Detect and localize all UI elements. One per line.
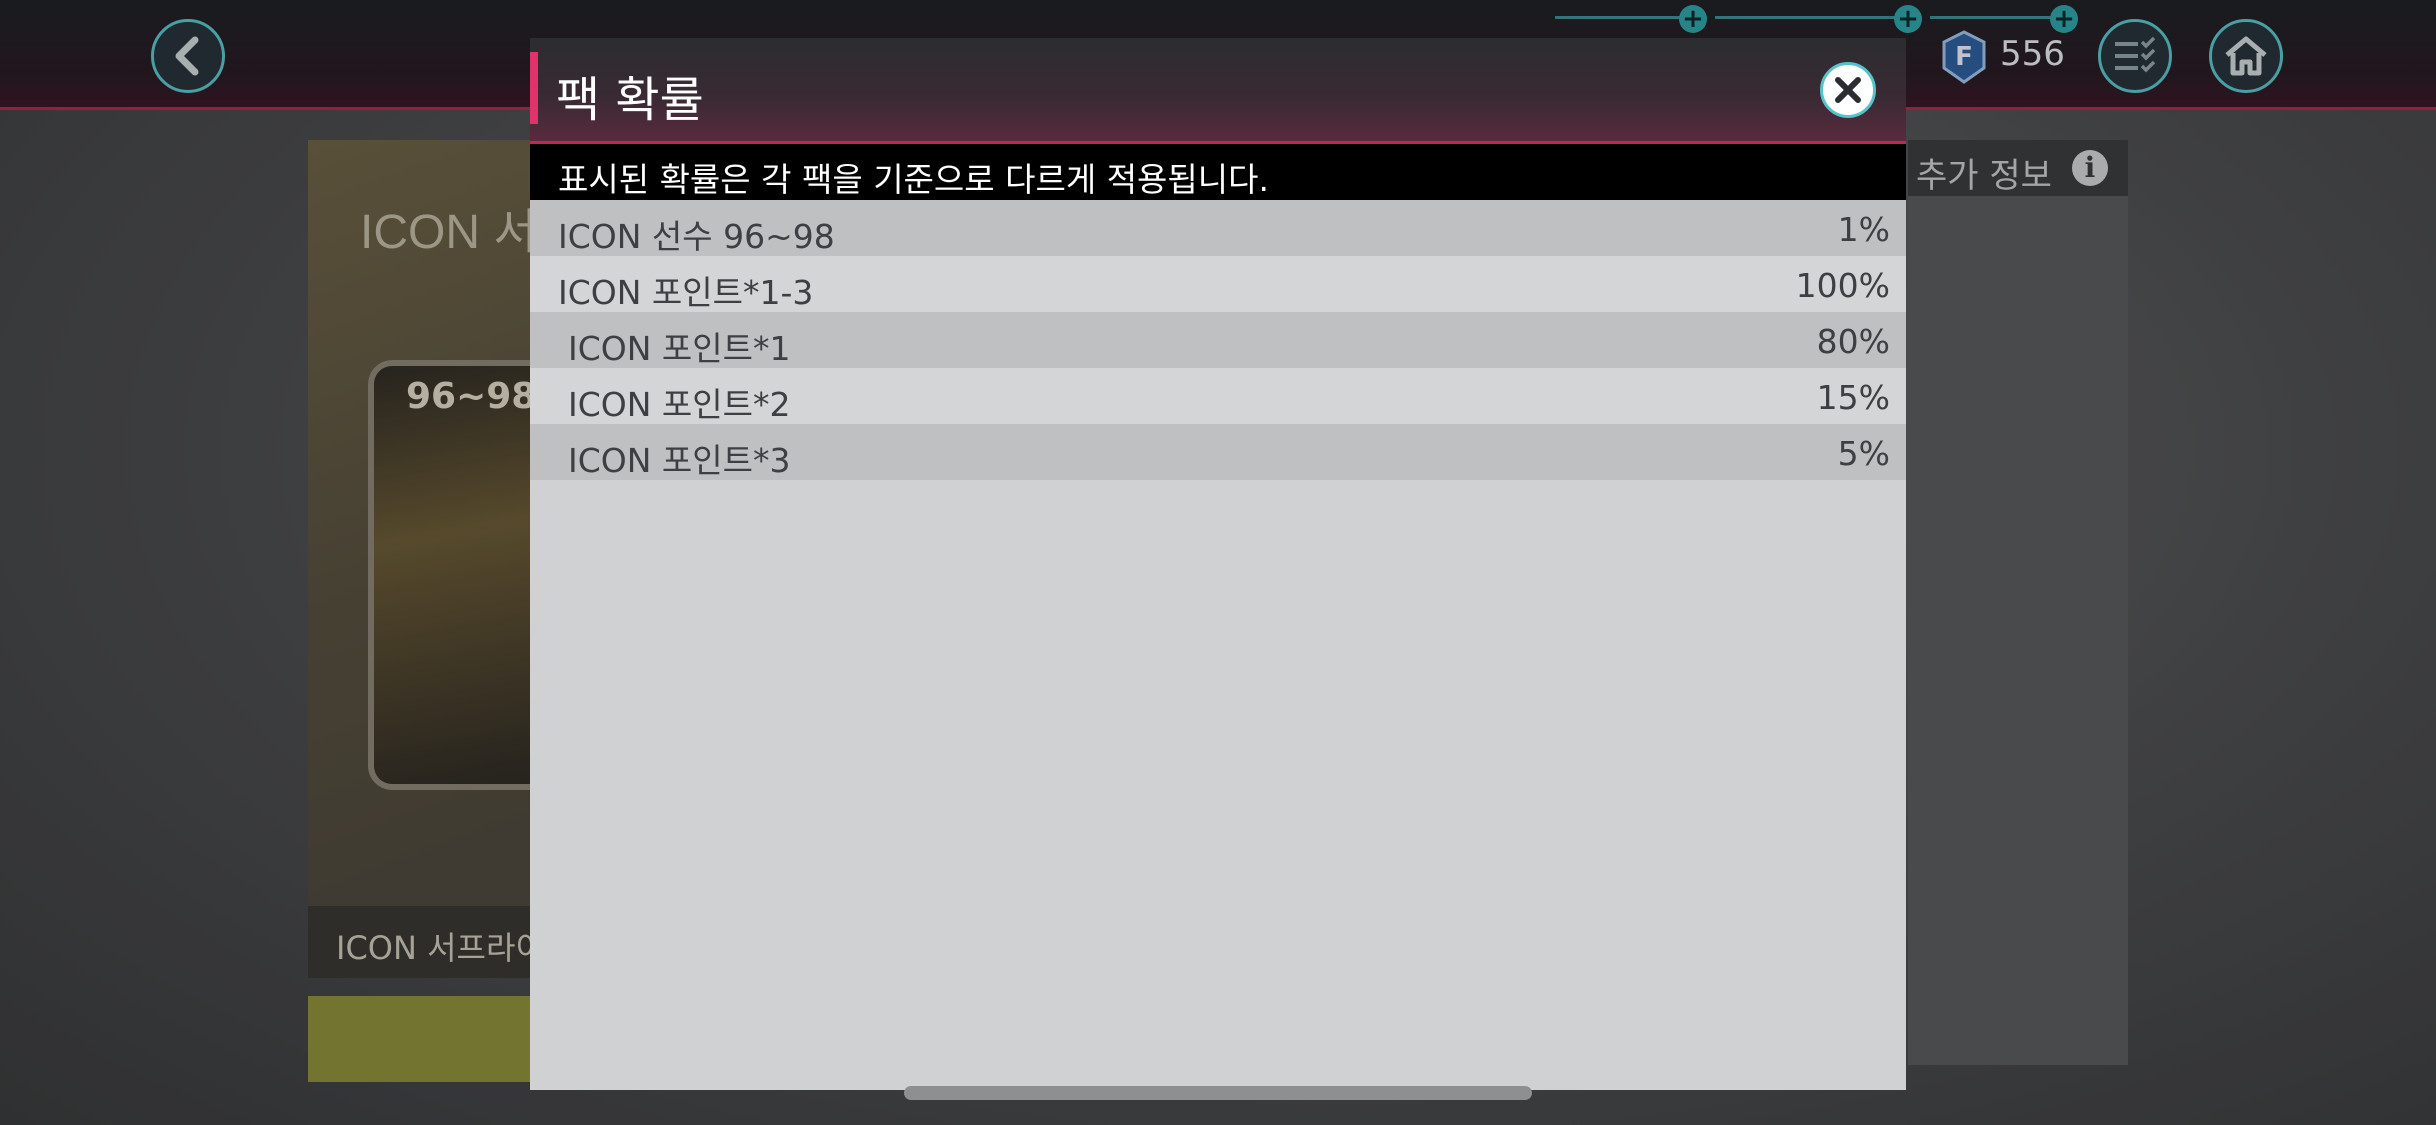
probability-item-value: 15% [1816,378,1890,417]
probability-item-name: ICON 포인트*2 [568,385,791,424]
modal-title-accent [530,52,538,124]
probability-item-value: 80% [1816,322,1890,361]
modal-title: 팩 확률 [556,72,704,128]
modal-header: 팩 확률 [530,38,1906,144]
probability-item-name: ICON 포인트*1-3 [558,273,814,312]
probability-row: ICON 포인트*1 80% [530,312,1906,368]
probability-item-name: ICON 포인트*3 [568,441,791,480]
probability-item-value: 1% [1837,210,1890,249]
notice-text: 표시된 확률은 각 팩을 기준으로 다르게 적용됩니다. [558,160,1269,199]
pack-probability-modal: 팩 확률 표시된 확률은 각 팩을 기준으로 다르게 적용됩니다. ICON 선… [530,38,1906,1090]
probability-item-value: 100% [1795,266,1890,305]
close-button[interactable] [1820,62,1876,118]
probability-row: ICON 선수 96~98 1% [530,200,1906,256]
probability-row: ICON 포인트*3 5% [530,424,1906,480]
notice-bar: 표시된 확률은 각 팩을 기준으로 다르게 적용됩니다. [530,144,1906,200]
close-icon [1835,77,1861,103]
probability-item-name: ICON 선수 96~98 [558,217,835,256]
probability-list: ICON 선수 96~98 1% ICON 포인트*1-3 100% ICON … [530,200,1906,480]
probability-item-name: ICON 포인트*1 [568,329,791,368]
horizontal-scrollbar[interactable] [904,1086,1532,1100]
probability-row: ICON 포인트*2 15% [530,368,1906,424]
probability-item-value: 5% [1837,434,1890,473]
probability-row: ICON 포인트*1-3 100% [530,256,1906,312]
